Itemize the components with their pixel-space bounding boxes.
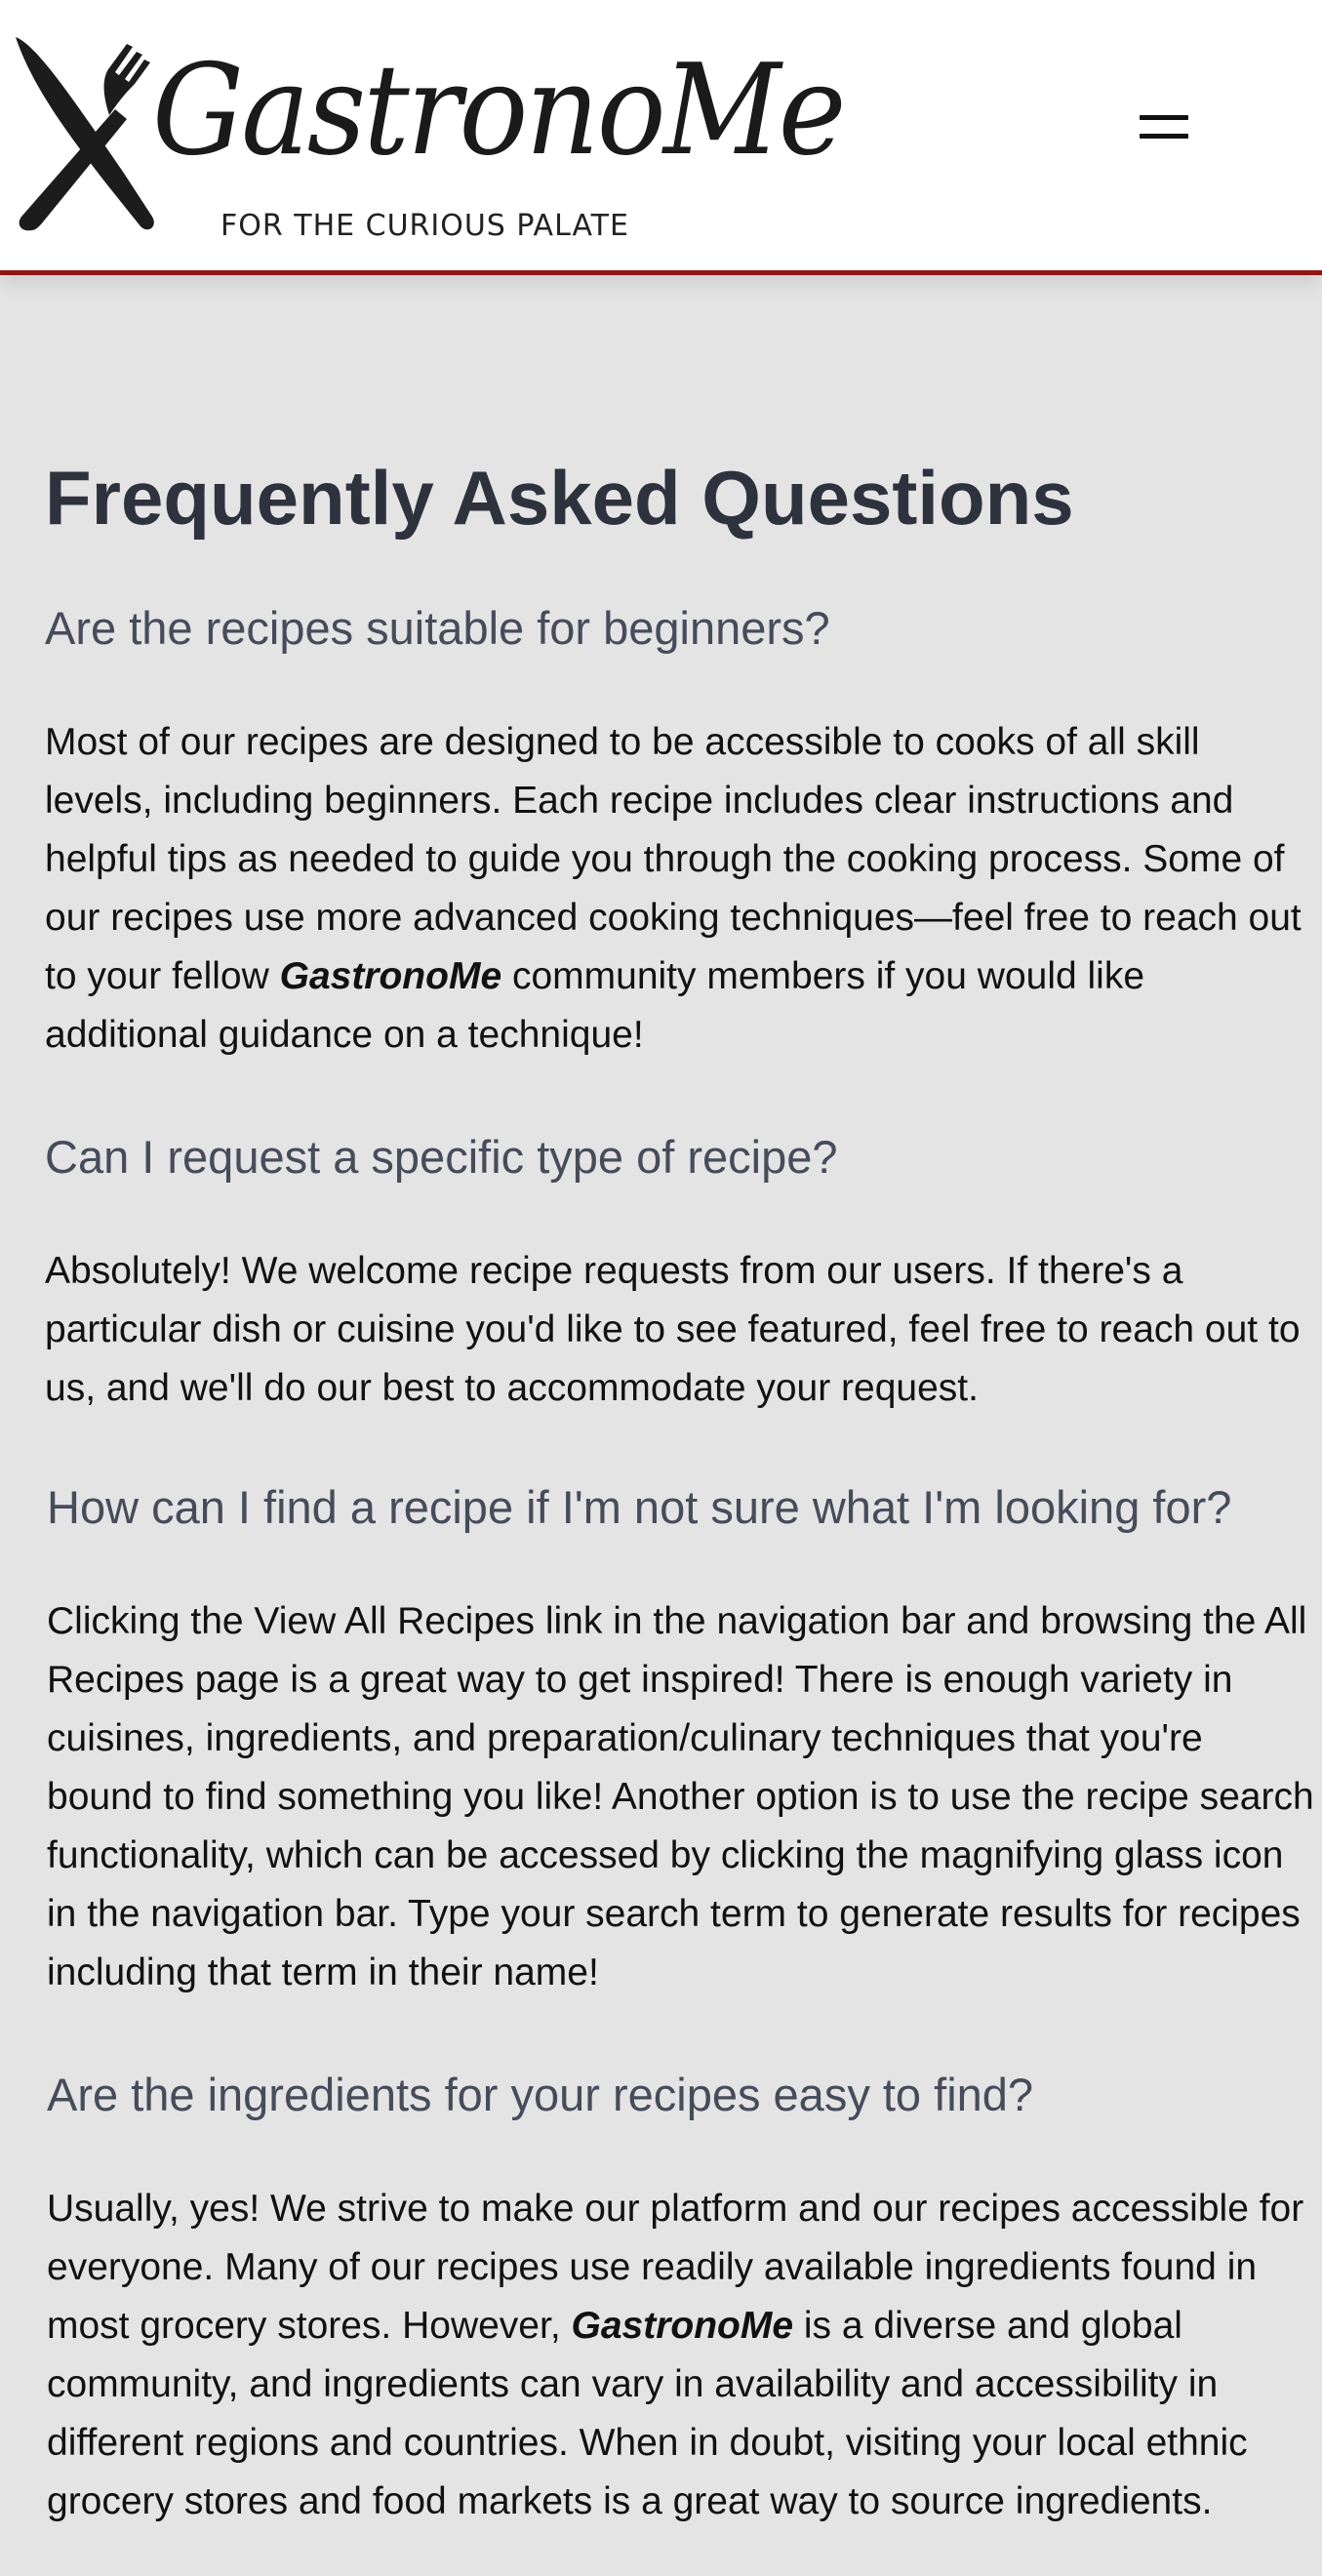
- hamburger-menu-button[interactable]: [1132, 107, 1196, 148]
- logo-wordmark: GastronoMe: [152, 38, 846, 183]
- faq-answer: Absolutely! We welcome recipe requests f…: [45, 1250, 1301, 1409]
- hamburger-menu-icon: [1140, 115, 1188, 120]
- faq-item: Are the ingredients for your recipes eas…: [47, 2067, 1322, 2531]
- fork-and-knife-icon: [16, 37, 154, 231]
- faq-answer: Most of our recipes are designed to be a…: [45, 713, 1313, 1065]
- logo-tagline: FOR THE CURIOUS PALATE: [220, 209, 629, 243]
- faq-item: Can I request a specific type of recipe?…: [45, 1129, 1322, 1418]
- brand-name: GastronoMe: [279, 955, 502, 997]
- brand-name: GastronoMe: [571, 2305, 794, 2347]
- faq-answer: Clicking the View All Recipes link in th…: [47, 1600, 1314, 1993]
- faq-question: How can I find a recipe if I'm not sure …: [47, 1481, 1232, 1533]
- faq-question: Are the ingredients for your recipes eas…: [47, 2069, 1034, 2120]
- faq-question: Are the recipes suitable for beginners?: [45, 602, 830, 654]
- faq-question: Can I request a specific type of recipe?: [45, 1131, 838, 1183]
- site-header: GastronoMe FOR THE CURIOUS PALATE: [0, 0, 1322, 275]
- site-logo[interactable]: GastronoMe FOR THE CURIOUS PALATE: [8, 25, 846, 260]
- faq-item: How can I find a recipe if I'm not sure …: [47, 1479, 1322, 2002]
- hamburger-line: [1140, 134, 1188, 139]
- faq-item: Are the recipes suitable for beginners? …: [45, 600, 1322, 1065]
- page-title: Frequently Asked Questions: [45, 455, 1074, 541]
- faq-answer: Usually, yes! We strive to make our plat…: [47, 2180, 1315, 2531]
